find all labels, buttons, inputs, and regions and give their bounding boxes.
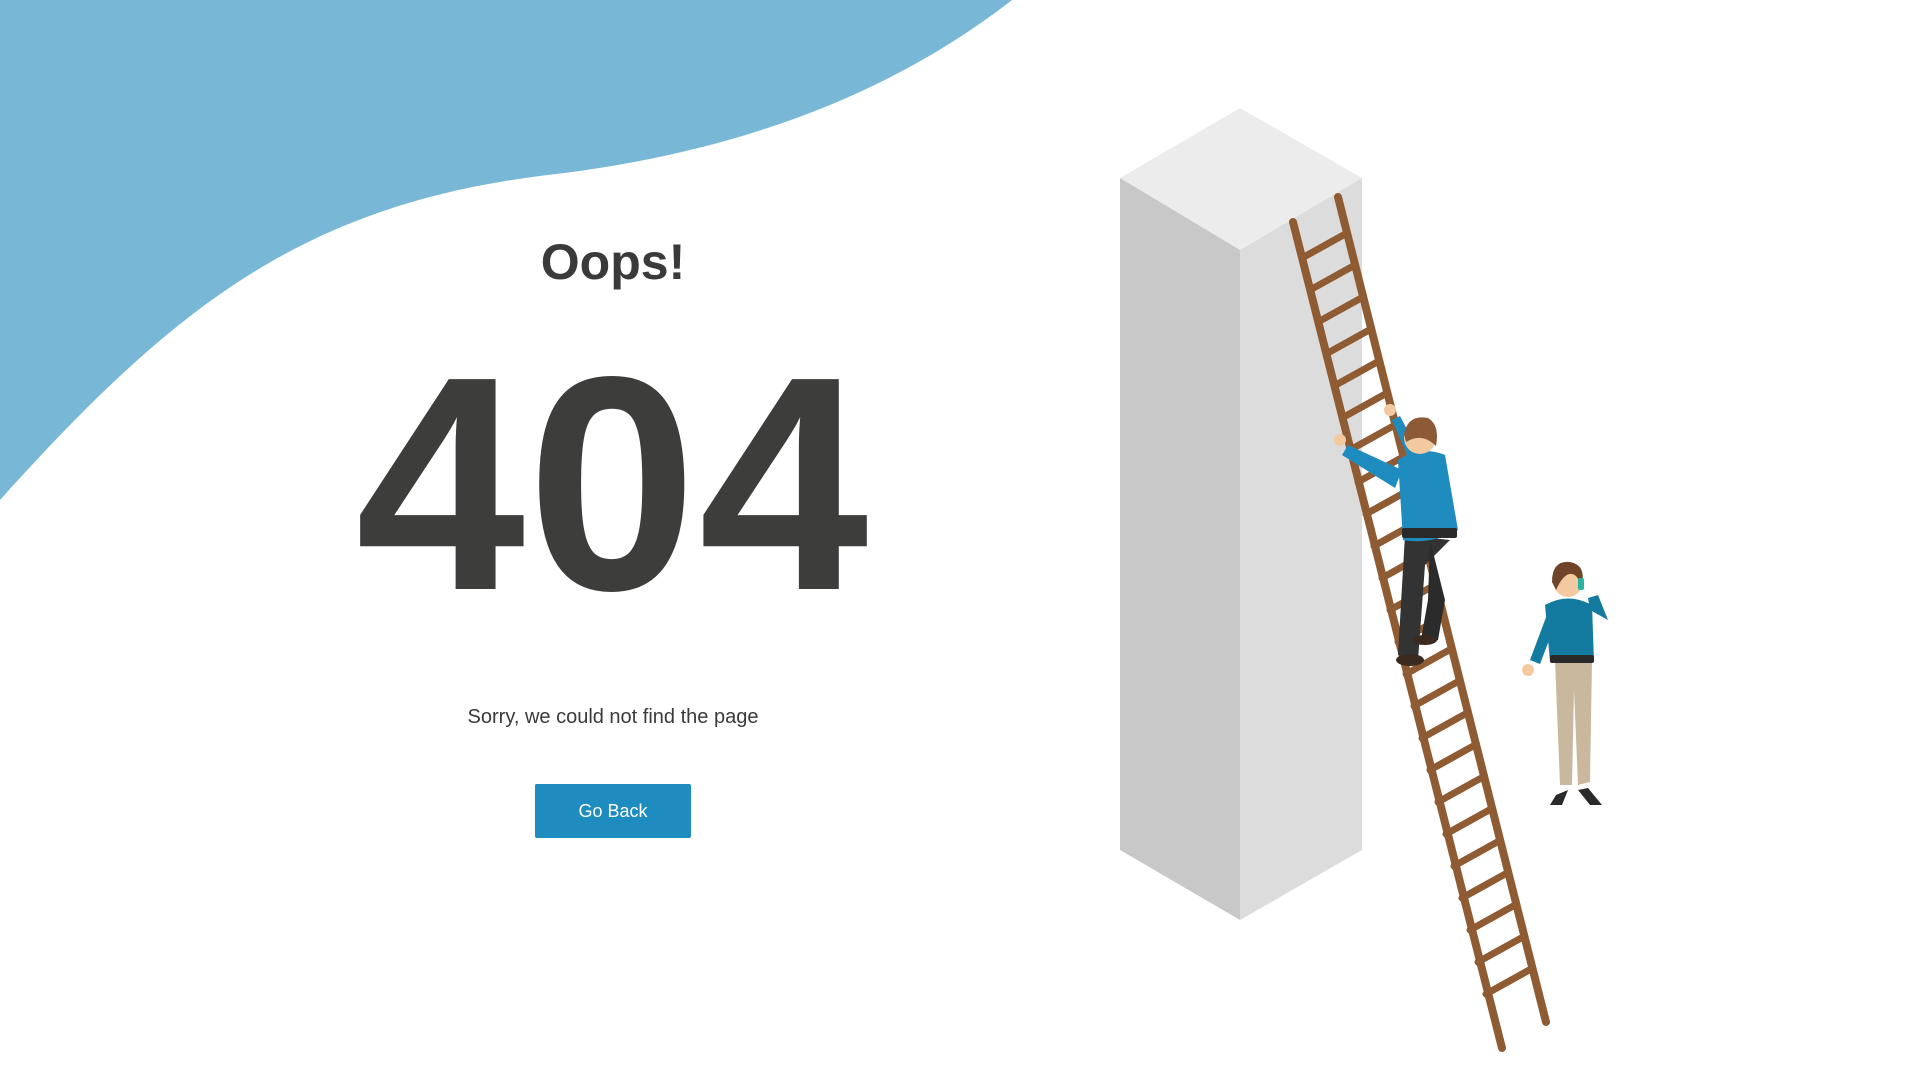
error-panel: Oops! 404 Sorry, we could not find the p… <box>313 232 913 838</box>
go-back-button[interactable]: Go Back <box>535 784 691 838</box>
not-found-page: Oops! 404 Sorry, we could not find the p… <box>0 0 1920 1080</box>
ladder-illustration <box>1120 108 1608 1052</box>
error-message: Sorry, we could not find the page <box>467 706 759 728</box>
pillar <box>1120 108 1362 920</box>
standing-woman <box>1522 561 1608 805</box>
error-code: 404 <box>355 313 871 654</box>
page-heading: Oops! <box>540 234 686 290</box>
